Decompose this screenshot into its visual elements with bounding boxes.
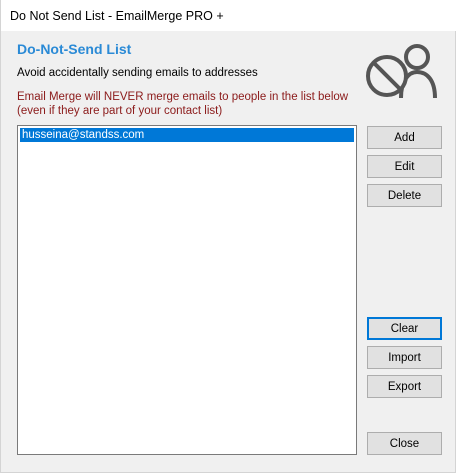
- add-button[interactable]: Add: [367, 126, 442, 149]
- list-item[interactable]: husseina@standss.com: [20, 128, 354, 142]
- blocked-user-icon: [366, 44, 437, 99]
- do-not-send-dialog: Do Not Send List - EmailMerge PRO + Do-N…: [0, 0, 456, 473]
- do-not-send-listbox[interactable]: husseina@standss.com: [17, 125, 357, 455]
- warning-text: Email Merge will NEVER merge emails to p…: [17, 90, 348, 118]
- export-button[interactable]: Export: [367, 375, 442, 398]
- page-title: Do-Not-Send List: [17, 41, 132, 57]
- import-button[interactable]: Import: [367, 346, 442, 369]
- delete-button[interactable]: Delete: [367, 184, 442, 207]
- warning-line-1: Email Merge will NEVER merge emails to p…: [17, 91, 349, 103]
- close-button[interactable]: Close: [367, 432, 442, 455]
- window-title: Do Not Send List - EmailMerge PRO +: [10, 9, 224, 23]
- warning-line-2: (even if they are part of your contact l…: [17, 105, 223, 117]
- page-subtitle: Avoid accidentally sending emails to add…: [17, 67, 258, 79]
- edit-button[interactable]: Edit: [367, 155, 442, 178]
- title-bar: Do Not Send List - EmailMerge PRO +: [1, 0, 456, 31]
- clear-button[interactable]: Clear: [367, 317, 442, 340]
